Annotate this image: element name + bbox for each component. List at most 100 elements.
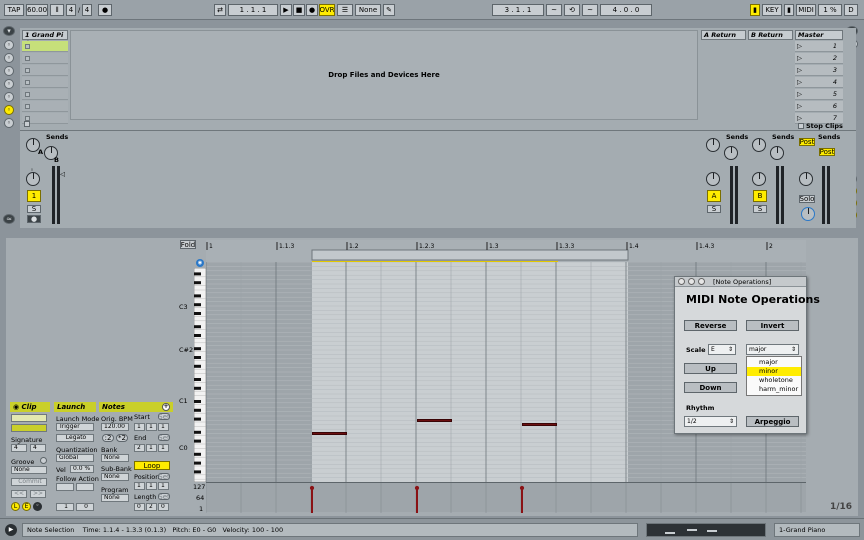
end-beat[interactable]: 1 bbox=[146, 444, 157, 452]
arpeggio-button[interactable]: Arpeggio bbox=[746, 416, 799, 427]
browser-plugin-icon[interactable]: ◦ bbox=[4, 53, 14, 63]
punch-out-icon[interactable]: ~ bbox=[582, 4, 598, 16]
note-f-sharp-0[interactable] bbox=[522, 423, 557, 426]
program-select[interactable]: None bbox=[101, 494, 129, 502]
clip-slot-5[interactable] bbox=[22, 89, 68, 100]
clip-play-icon[interactable] bbox=[25, 44, 30, 49]
info-view-toggle-icon[interactable]: ▶ bbox=[5, 524, 17, 536]
selected-track-name[interactable]: 1-Grand Piano bbox=[774, 523, 860, 537]
start-set-button[interactable]: Set bbox=[158, 413, 170, 420]
follow-icon[interactable]: ⇄ bbox=[214, 4, 226, 16]
tempo-field[interactable]: 60.00 bbox=[26, 4, 48, 16]
return-a-solo[interactable]: S bbox=[707, 205, 721, 213]
browser-places-icon[interactable]: ◦ bbox=[4, 92, 14, 102]
nudge-back-button[interactable]: << bbox=[11, 490, 27, 498]
clip-slot-4[interactable] bbox=[22, 77, 68, 88]
clip-stop-icon[interactable] bbox=[25, 80, 30, 85]
return-b-pan-knob[interactable] bbox=[752, 172, 766, 186]
browser-hotswap-icon[interactable]: ◦ bbox=[4, 118, 14, 128]
length-bar[interactable]: 0 bbox=[134, 503, 145, 511]
velocity-stem-3[interactable] bbox=[521, 487, 523, 513]
groove-hotswap-icon[interactable] bbox=[40, 457, 47, 464]
subbank-select[interactable]: None bbox=[101, 473, 129, 481]
follow-action-a[interactable] bbox=[56, 483, 74, 491]
end-bar[interactable]: 2 bbox=[134, 444, 145, 452]
scale-option-major[interactable]: major bbox=[747, 358, 801, 367]
quantize-menu-icon[interactable]: ☰ bbox=[337, 4, 353, 16]
drop-area[interactable]: Drop Files and Devices Here bbox=[70, 30, 698, 120]
clip-slot-3[interactable] bbox=[22, 65, 68, 76]
start-sixteenth[interactable]: 1 bbox=[158, 423, 169, 431]
start-bar[interactable]: 1 bbox=[134, 423, 145, 431]
clip-stop-icon[interactable] bbox=[25, 68, 30, 73]
scale-key-select[interactable]: E ⇕ bbox=[708, 344, 736, 355]
rhythm-select[interactable]: 1/2 ⇕ bbox=[684, 416, 737, 427]
half-tempo-button[interactable]: :2 bbox=[102, 434, 114, 442]
note-e0[interactable] bbox=[312, 432, 347, 435]
transpose-up-button[interactable]: Up bbox=[684, 363, 737, 374]
scene-launch-icon[interactable]: ▷ bbox=[797, 89, 802, 99]
scale-option-harm-minor[interactable]: harm_minor bbox=[747, 385, 801, 394]
master-post-b[interactable]: Post bbox=[819, 148, 835, 156]
velocity-stem-2[interactable] bbox=[416, 487, 418, 513]
midi-map-icon[interactable]: ▮ bbox=[750, 4, 760, 16]
scene-6[interactable]: ▷ 6 bbox=[795, 101, 843, 112]
loop-length-field[interactable]: 4 . 0 . 0 bbox=[600, 4, 652, 16]
legato-button[interactable]: Legato bbox=[56, 434, 94, 442]
return-a-pan-knob[interactable] bbox=[706, 172, 720, 186]
scene-2[interactable]: ▷ 2 bbox=[795, 53, 843, 64]
fold-button[interactable]: Fold bbox=[180, 240, 196, 249]
end-sixteenth[interactable]: 1 bbox=[158, 444, 169, 452]
track-activator-button[interactable]: 1 bbox=[27, 190, 41, 202]
quantize-select[interactable]: None bbox=[355, 4, 381, 16]
close-window-icon[interactable] bbox=[678, 278, 685, 285]
signature-denominator[interactable]: 4 bbox=[82, 4, 92, 16]
scale-option-minor[interactable]: minor bbox=[747, 367, 801, 376]
end-set-button[interactable]: Set bbox=[158, 434, 170, 441]
browser-active-icon[interactable]: ◦ bbox=[4, 105, 14, 115]
velocity-stem-1[interactable] bbox=[311, 487, 313, 513]
length-sixteenth[interactable]: 0 bbox=[158, 503, 169, 511]
double-tempo-button[interactable]: *2 bbox=[116, 434, 128, 442]
timeline-ruler[interactable]: 1 1.1.3 1.2 1.2.3 1.3 1.3.3 1.4 1.4.3 2 bbox=[206, 240, 806, 262]
punch-in-icon[interactable]: ~ bbox=[546, 4, 562, 16]
return-a-title[interactable]: A Return bbox=[701, 30, 746, 40]
key-map-button[interactable]: KEY bbox=[762, 4, 782, 16]
clip-stop-icon[interactable] bbox=[25, 104, 30, 109]
length-set-button[interactable]: Set bbox=[158, 493, 170, 500]
overview-icon[interactable]: ≈ bbox=[3, 214, 15, 224]
quantization-select[interactable]: Global bbox=[56, 454, 94, 462]
master-solo-button[interactable]: Solo bbox=[799, 195, 815, 203]
scene-4[interactable]: ▷ 4 bbox=[795, 77, 843, 88]
return-b-title[interactable]: B Return bbox=[748, 30, 793, 40]
solo-button[interactable]: S bbox=[27, 205, 41, 213]
return-a-send-b-knob[interactable] bbox=[724, 146, 738, 160]
signature-numerator[interactable]: 4 bbox=[66, 4, 76, 16]
scene-launch-icon[interactable]: ▷ bbox=[797, 113, 802, 123]
launch-mode-select[interactable]: Trigger bbox=[56, 423, 94, 431]
length-beat[interactable]: 2 bbox=[146, 503, 157, 511]
loop-icon[interactable]: ⟲ bbox=[564, 4, 580, 16]
piano-keyboard[interactable] bbox=[194, 268, 206, 482]
groove-select[interactable]: None bbox=[11, 466, 47, 474]
preview-icon[interactable]: ◉ bbox=[196, 259, 204, 267]
clip-slot-6[interactable] bbox=[22, 101, 68, 112]
return-b-solo[interactable]: S bbox=[753, 205, 767, 213]
follow-chance-b[interactable]: 0 bbox=[76, 503, 94, 511]
return-a-send-a-knob[interactable] bbox=[706, 138, 720, 152]
overdub-button[interactable]: OVR bbox=[319, 4, 335, 16]
clip-slot-1[interactable] bbox=[22, 41, 68, 52]
loop-start-field[interactable]: 3 . 1 . 1 bbox=[492, 4, 544, 16]
record-indicator-icon[interactable]: ● bbox=[98, 4, 112, 16]
track-title-grand-piano[interactable]: 1 Grand Pi ◉ bbox=[22, 30, 68, 47]
clip-slot-2[interactable] bbox=[22, 53, 68, 64]
window-titlebar[interactable]: [Note Operations] bbox=[675, 277, 806, 287]
start-beat[interactable]: 1 bbox=[146, 423, 157, 431]
return-b-send-a-knob[interactable] bbox=[752, 138, 766, 152]
scale-type-select[interactable]: major ⇕ bbox=[746, 344, 799, 355]
clip-panel-toggle-icon[interactable]: ◉ bbox=[13, 403, 19, 411]
play-icon[interactable]: ▶ bbox=[280, 4, 292, 16]
zoom-window-icon[interactable] bbox=[698, 278, 705, 285]
master-pan-knob[interactable] bbox=[799, 172, 813, 186]
stop-clips-button[interactable]: Stop Clips bbox=[806, 122, 843, 130]
